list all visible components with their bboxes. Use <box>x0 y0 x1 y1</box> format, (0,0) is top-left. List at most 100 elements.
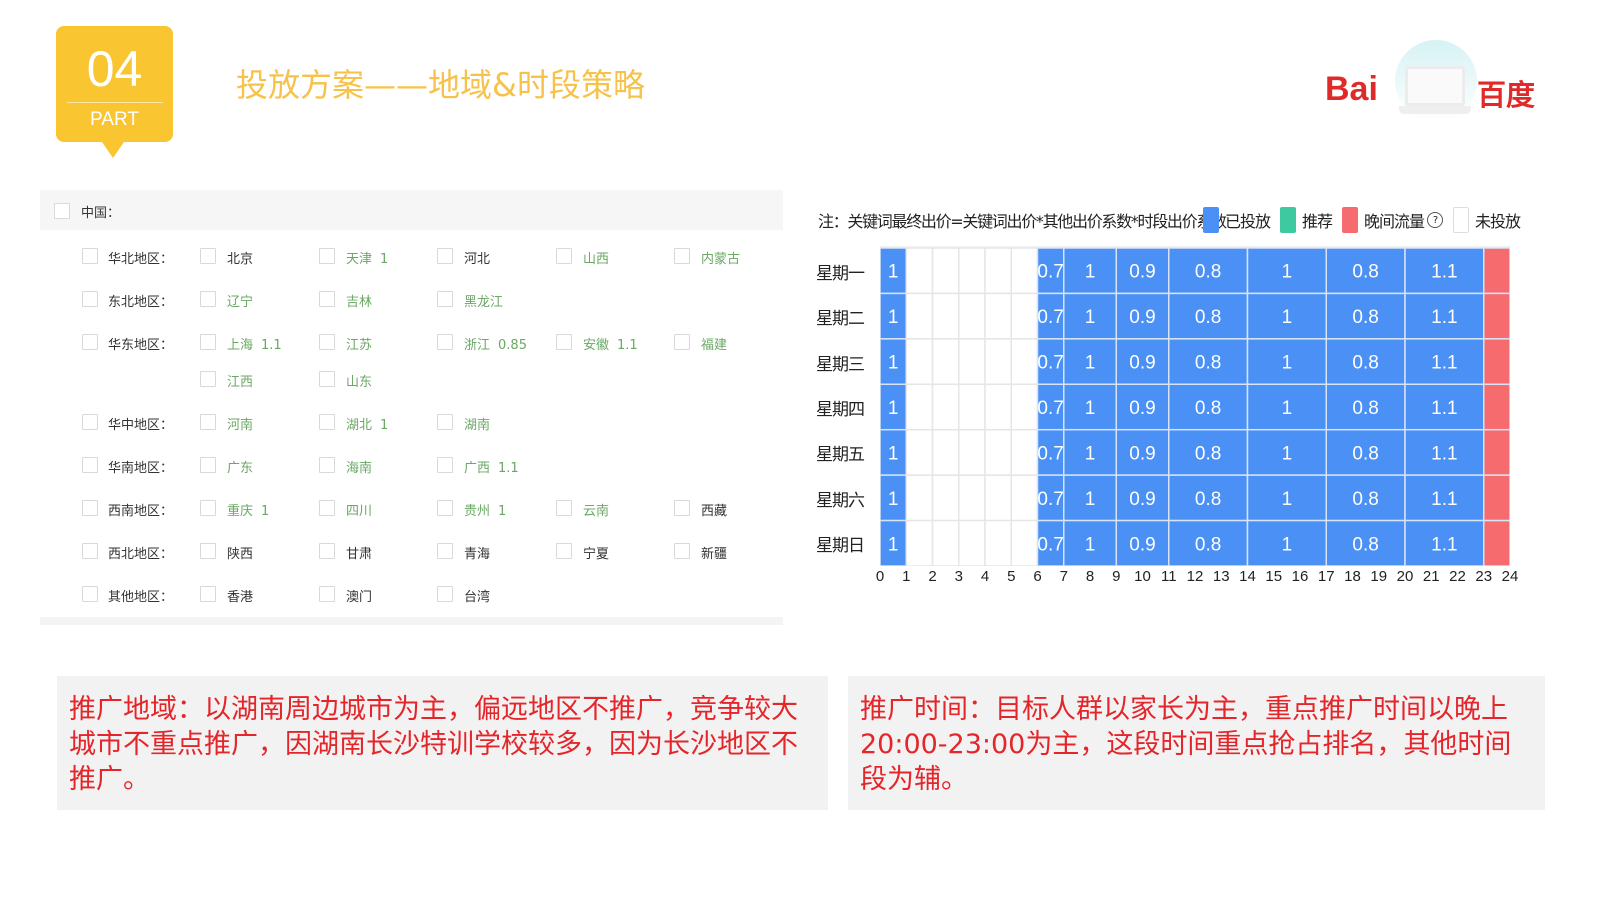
province-checkbox[interactable] <box>437 291 453 307</box>
schedule-cell-none[interactable] <box>958 428 986 476</box>
province-checkbox[interactable] <box>200 543 216 559</box>
schedule-cell-none[interactable] <box>905 474 934 522</box>
logo-text-bai: Bai <box>1325 70 1378 108</box>
schedule-cell-evening[interactable] <box>1483 292 1510 340</box>
province-label: 甘肃 <box>346 543 372 562</box>
province-checkbox[interactable] <box>437 543 453 559</box>
province-label: 宁夏 <box>583 543 609 562</box>
province-checkbox[interactable] <box>437 457 453 473</box>
province-checkbox[interactable] <box>437 500 453 516</box>
province-checkbox[interactable] <box>200 500 216 516</box>
schedule-cell-none[interactable] <box>905 338 934 386</box>
schedule-cell-none[interactable] <box>958 292 986 340</box>
schedule-cell-none[interactable] <box>905 428 934 476</box>
province-name: 海南 <box>346 461 373 476</box>
schedule-cell-evening[interactable] <box>1483 383 1510 431</box>
province-checkbox[interactable] <box>200 291 216 307</box>
schedule-cell-none[interactable] <box>931 338 960 386</box>
region-checkbox[interactable] <box>82 414 98 430</box>
schedule-cell-none[interactable] <box>931 247 960 295</box>
schedule-cell-none[interactable] <box>984 474 1012 522</box>
schedule-cell-none[interactable] <box>1010 428 1039 476</box>
schedule-cell-none[interactable] <box>905 519 934 566</box>
schedule-cell-evening[interactable] <box>1483 247 1510 295</box>
region-checkbox[interactable] <box>82 500 98 516</box>
schedule-cell-none[interactable] <box>1010 247 1039 295</box>
schedule-cell-none[interactable] <box>958 474 986 522</box>
schedule-cell-none[interactable] <box>931 474 960 522</box>
schedule-cell-none[interactable] <box>958 247 986 295</box>
schedule-cell-none[interactable] <box>984 383 1012 431</box>
province-checkbox[interactable] <box>200 457 216 473</box>
day-label: 星期五 <box>816 445 865 466</box>
bid-coefficient-label: 0.7 <box>1037 307 1063 328</box>
province-checkbox[interactable] <box>319 291 335 307</box>
province-checkbox[interactable] <box>556 334 572 350</box>
region-row: 西北地区： <box>40 542 783 562</box>
province-checkbox[interactable] <box>319 457 335 473</box>
province-checkbox[interactable] <box>556 543 572 559</box>
checkbox-china[interactable] <box>54 203 70 219</box>
schedule-cell-none[interactable] <box>984 519 1012 566</box>
province-checkbox[interactable] <box>319 586 335 602</box>
province-checkbox[interactable] <box>674 248 690 264</box>
schedule-cell-none[interactable] <box>931 383 960 431</box>
province-checkbox[interactable] <box>200 414 216 430</box>
schedule-cell-none[interactable] <box>1010 519 1039 566</box>
schedule-cell-none[interactable] <box>1010 474 1039 522</box>
schedule-cell-none[interactable] <box>905 247 934 295</box>
schedule-cell-none[interactable] <box>984 292 1012 340</box>
schedule-cell-evening[interactable] <box>1483 338 1510 386</box>
province-checkbox[interactable] <box>200 334 216 350</box>
province-checkbox[interactable] <box>319 248 335 264</box>
region-checkbox[interactable] <box>82 586 98 602</box>
schedule-cell-evening[interactable] <box>1483 428 1510 476</box>
schedule-cell-none[interactable] <box>931 428 960 476</box>
region-checkbox[interactable] <box>82 291 98 307</box>
province-checkbox[interactable] <box>674 334 690 350</box>
schedule-cell-none[interactable] <box>984 247 1012 295</box>
province-checkbox[interactable] <box>556 500 572 516</box>
schedule-cell-none[interactable] <box>905 292 934 340</box>
schedule-cell-none[interactable] <box>931 519 960 566</box>
province-checkbox[interactable] <box>200 371 216 387</box>
schedule-cell-evening[interactable] <box>1483 519 1510 566</box>
schedule-cell-none[interactable] <box>958 338 986 386</box>
laptop-base <box>1399 106 1471 114</box>
schedule-cell-none[interactable] <box>905 383 934 431</box>
schedule-cell-none[interactable] <box>984 428 1012 476</box>
province-checkbox[interactable] <box>674 543 690 559</box>
region-name: 华南地区： <box>108 461 174 476</box>
help-icon[interactable]: ? <box>1427 212 1444 228</box>
schedule-cell-none[interactable] <box>1010 338 1039 386</box>
schedule-cell-none[interactable] <box>1010 383 1039 431</box>
region-checkbox[interactable] <box>82 543 98 559</box>
province-label: 澳门 <box>346 586 372 605</box>
province-checkbox[interactable] <box>319 543 335 559</box>
schedule-cell-evening[interactable] <box>1483 474 1510 522</box>
schedule-cell-none[interactable] <box>984 338 1012 386</box>
schedule-cell-none[interactable] <box>958 383 986 431</box>
schedule-cell-none[interactable] <box>958 519 986 566</box>
province-label: 香港 <box>227 586 253 605</box>
region-checkbox[interactable] <box>82 334 98 350</box>
province-checkbox[interactable] <box>437 586 453 602</box>
province-name: 广西 <box>464 461 491 476</box>
schedule-cell-none[interactable] <box>931 292 960 340</box>
province-checkbox[interactable] <box>437 334 453 350</box>
province-label: 内蒙古 <box>701 248 740 267</box>
province-coefficient: 1.1 <box>498 461 519 476</box>
province-checkbox[interactable] <box>200 248 216 264</box>
province-checkbox[interactable] <box>674 500 690 516</box>
region-checkbox[interactable] <box>82 248 98 264</box>
province-checkbox[interactable] <box>319 371 335 387</box>
region-checkbox[interactable] <box>82 457 98 473</box>
province-checkbox[interactable] <box>437 414 453 430</box>
schedule-cell-none[interactable] <box>1010 292 1039 340</box>
province-checkbox[interactable] <box>556 248 572 264</box>
province-checkbox[interactable] <box>200 586 216 602</box>
province-checkbox[interactable] <box>319 334 335 350</box>
province-checkbox[interactable] <box>437 248 453 264</box>
province-checkbox[interactable] <box>319 500 335 516</box>
province-checkbox[interactable] <box>319 414 335 430</box>
